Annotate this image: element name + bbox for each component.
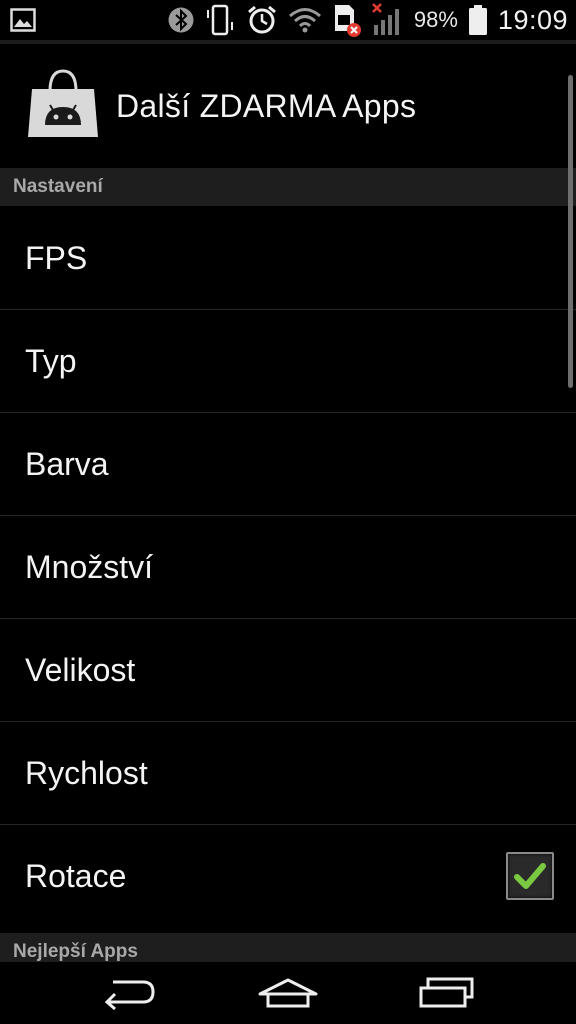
pref-label: Typ xyxy=(25,342,77,379)
back-button[interactable] xyxy=(84,965,174,1021)
pref-size[interactable]: Velikost xyxy=(0,619,576,722)
home-button[interactable] xyxy=(243,965,333,1021)
screen: 98% 19:09 Další ZDARMA Apps Nastavení FP… xyxy=(0,0,576,1024)
alarm-icon xyxy=(246,4,278,36)
clock: 19:09 xyxy=(497,4,568,35)
rotation-checkbox[interactable] xyxy=(506,852,554,900)
pref-rotation[interactable]: Rotace xyxy=(0,825,576,927)
signal-no-service-icon xyxy=(371,3,404,37)
bluetooth-icon xyxy=(168,4,194,36)
wifi-icon xyxy=(288,6,322,34)
settings-list: FPS Typ Barva Množství Velikost Rychlost… xyxy=(0,207,576,927)
recent-apps-button[interactable] xyxy=(402,965,492,1021)
status-bar: 98% 19:09 xyxy=(0,0,576,40)
sim-error-icon xyxy=(332,3,362,37)
app-header[interactable]: Další ZDARMA Apps xyxy=(0,44,576,168)
pref-fps[interactable]: FPS xyxy=(0,207,576,310)
recent-apps-icon xyxy=(419,977,474,1008)
app-title: Další ZDARMA Apps xyxy=(116,87,417,124)
pref-label: Velikost xyxy=(25,651,136,688)
pref-label: Rychlost xyxy=(25,754,148,791)
battery-icon xyxy=(468,4,488,36)
pref-color[interactable]: Barva xyxy=(0,413,576,516)
checkmark-icon xyxy=(514,863,546,889)
home-icon xyxy=(258,978,318,1008)
battery-percent: 98% xyxy=(413,7,458,32)
pref-amount[interactable]: Množství xyxy=(0,516,576,619)
pref-label: FPS xyxy=(25,239,88,276)
vibrate-icon xyxy=(204,4,236,36)
navigation-bar xyxy=(0,962,576,1024)
pref-speed[interactable]: Rychlost xyxy=(0,722,576,825)
scrollbar[interactable] xyxy=(568,75,573,388)
android-store-bag-icon xyxy=(26,67,100,146)
pref-label: Množství xyxy=(25,548,154,585)
back-icon xyxy=(105,980,155,1010)
section-header-settings: Nastavení xyxy=(0,168,576,206)
image-notification-icon xyxy=(10,8,36,32)
pref-label: Rotace xyxy=(25,857,127,894)
pref-type[interactable]: Typ xyxy=(0,310,576,413)
section-header-best-apps: Nejlepší Apps xyxy=(0,933,576,962)
pref-label: Barva xyxy=(25,445,109,482)
